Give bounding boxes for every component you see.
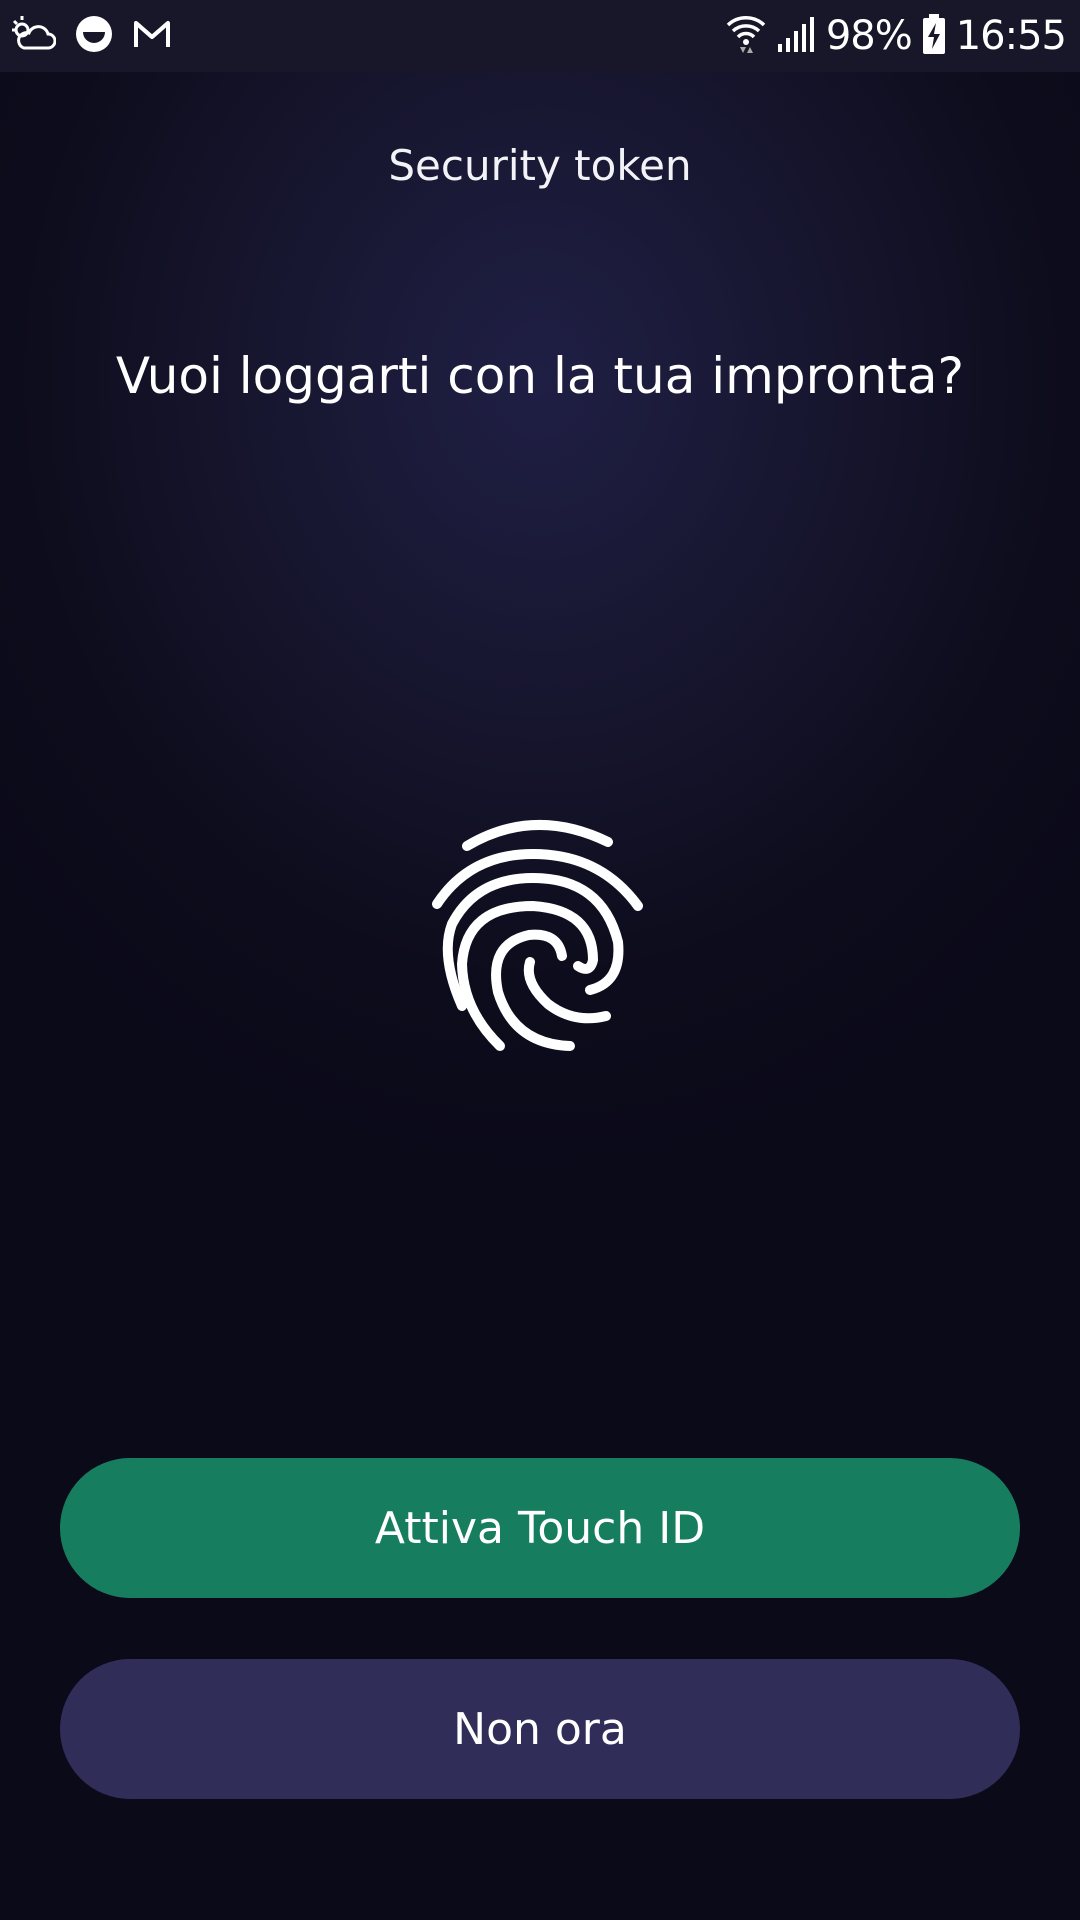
wifi-icon xyxy=(726,13,766,59)
status-left-icons xyxy=(10,14,172,58)
clock: 16:55 xyxy=(955,13,1067,59)
page-title: Security token xyxy=(388,141,692,190)
not-now-button[interactable]: Non ora xyxy=(60,1659,1020,1799)
battery-charging-icon xyxy=(922,13,946,59)
fingerprint-icon xyxy=(430,814,650,1054)
smiley-icon xyxy=(74,14,114,58)
signal-icon xyxy=(776,14,816,58)
gmail-icon xyxy=(132,17,172,55)
activate-touch-id-button[interactable]: Attiva Touch ID xyxy=(60,1458,1020,1598)
weather-icon xyxy=(10,14,57,58)
status-right-icons: 98% 16:55 xyxy=(726,10,1067,62)
battery-percentage: 98% xyxy=(825,13,913,59)
status-bar: 98% 16:55 xyxy=(0,0,1080,72)
fingerprint-question: Vuoi loggarti con la tua impronta? xyxy=(115,347,965,405)
